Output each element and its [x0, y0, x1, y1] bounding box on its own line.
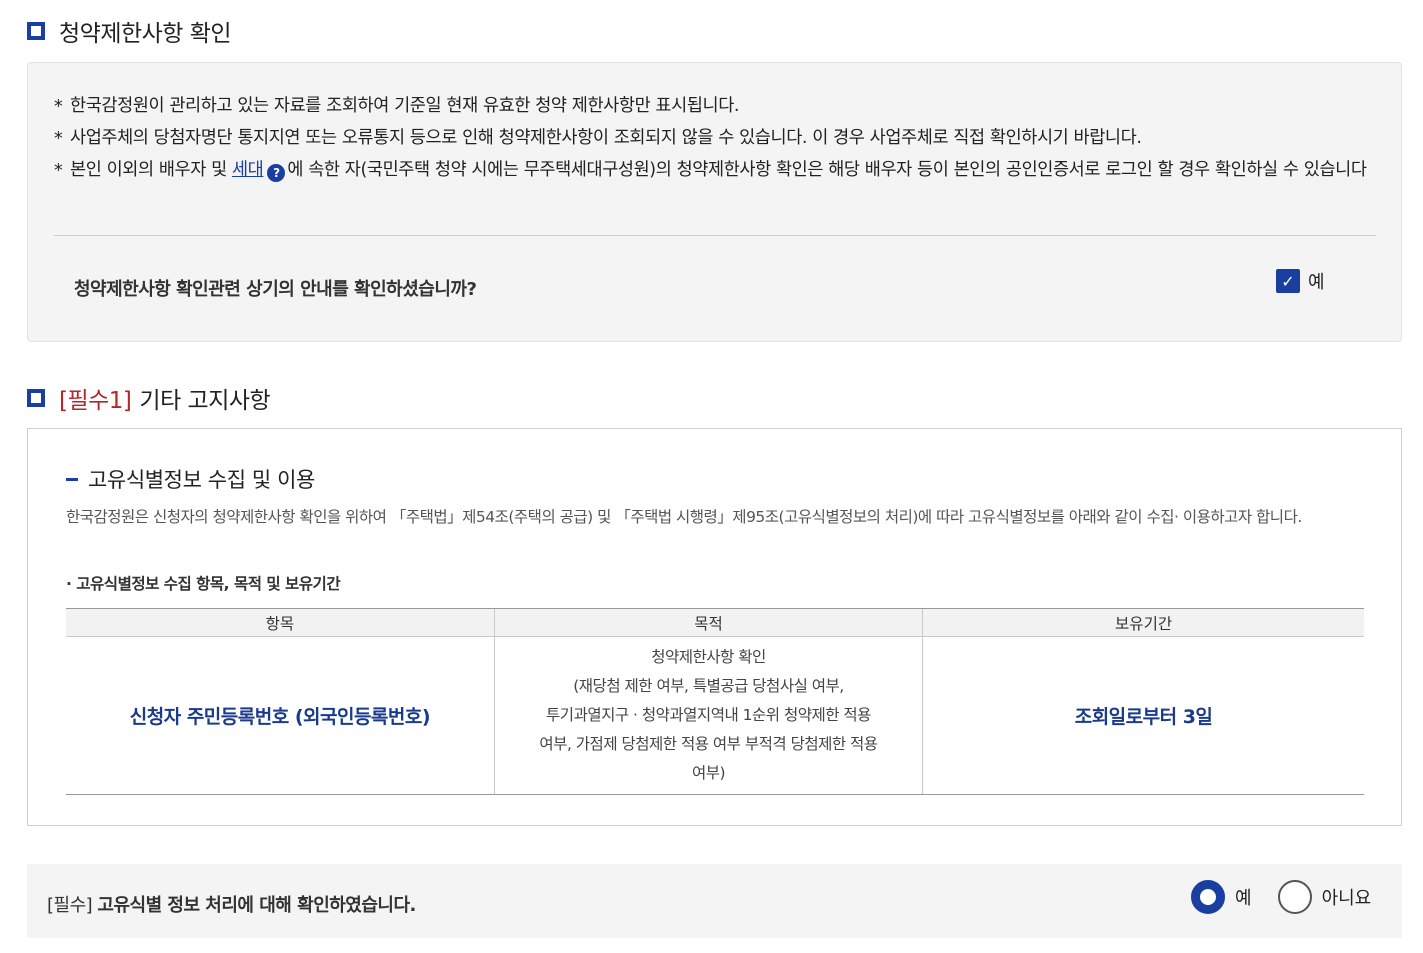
identification-info-box: 고유식별정보 수집 및 이용 한국감정원은 신청자의 청약제한사항 확인을 위하… [27, 428, 1402, 826]
cell-item: 신청자 주민등록번호 (외국인등록번호) [66, 636, 495, 795]
checkbox-label: 예 [1308, 272, 1325, 293]
section-title-restrictions: 청약제한사항 확인 [27, 14, 232, 48]
notice-item: 본인 이외의 배우자 및 세대?에 속한 자(국민주택 청약 시에는 무주택세대… [54, 157, 1374, 184]
retention-value: 조회일로부터 3일 [1074, 706, 1213, 728]
notice-item: 한국감정원이 관리하고 있는 자료를 조회하여 기준일 현재 유효한 청약 제한… [54, 93, 1374, 120]
purpose-line: 여부, 가점제 당첨제한 적용 여부 부적격 당첨제한 적용 [539, 735, 878, 753]
bullet-heading: · 고유식별정보 수집 항목, 목적 및 보유기간 [66, 575, 341, 593]
column-header-item: 항목 [66, 608, 495, 637]
checkmark-icon[interactable]: ✓ [1276, 269, 1300, 293]
divider [54, 235, 1376, 236]
description-text: 한국감정원은 신청자의 청약제한사항 확인을 위하여 「주택법」제54조(주택의… [66, 508, 1302, 526]
restriction-notice-box: 한국감정원이 관리하고 있는 자료를 조회하여 기준일 현재 유효한 청약 제한… [27, 62, 1402, 342]
item-value: 신청자 주민등록번호 (외국인등록번호) [129, 706, 431, 728]
notice-text: 에 속한 자(국민주택 청약 시에는 무주택세대구성원)의 청약제한사항 확인은… [287, 160, 1367, 180]
final-question-text: 고유식별 정보 처리에 대해 확인하였습니다. [97, 895, 416, 916]
purpose-lines: 청약제한사항 확인 (재당첨 제한 여부, 특별공급 당첨사실 여부, 투기과열… [495, 639, 922, 792]
required-tag: [필수1] [59, 388, 132, 414]
confirm-yes-checkbox[interactable]: ✓ 예 [1276, 268, 1325, 294]
subsection-title-text: 고유식별정보 수집 및 이용 [88, 468, 315, 492]
required-tag: [필수] [47, 895, 93, 916]
cell-retention: 조회일로부터 3일 [922, 636, 1364, 795]
radio-yes[interactable]: 예 [1191, 880, 1252, 914]
section-title-other-notices: [필수1] 기타 고지사항 [27, 381, 271, 415]
radio-label: 아니요 [1321, 888, 1372, 909]
confirm-question: 청약제한사항 확인관련 상기의 안내를 확인하셨습니까? [74, 279, 477, 300]
cell-purpose: 청약제한사항 확인 (재당첨 제한 여부, 특별공급 당첨사실 여부, 투기과열… [493, 636, 923, 795]
final-confirm-radio-group: 예 아니요 [1191, 880, 1397, 914]
column-header-retention: 보유기간 [922, 608, 1364, 637]
table-row: 신청자 주민등록번호 (외국인등록번호) 청약제한사항 확인 (재당첨 제한 여… [66, 636, 1364, 795]
help-question-icon[interactable]: ? [267, 164, 286, 182]
purpose-line: 청약제한사항 확인 [651, 648, 766, 666]
radio-unchecked-icon[interactable] [1277, 880, 1312, 914]
purpose-line: 투기과열지구 · 청약과열지역내 1순위 청약제한 적용 [546, 706, 871, 724]
final-confirm-question: [필수] 고유식별 정보 처리에 대해 확인하였습니다. [47, 891, 416, 917]
purpose-line: 여부) [691, 764, 726, 782]
final-confirm-bar: [필수] 고유식별 정보 처리에 대해 확인하였습니다. 예 아니요 [27, 864, 1402, 938]
info-table: 항목 목적 보유기간 신청자 주민등록번호 (외국인등록번호) 청약제한사항 확… [66, 608, 1364, 795]
table-header-row: 항목 목적 보유기간 [66, 608, 1364, 637]
section-title-text: 기타 고지사항 [139, 388, 271, 414]
notice-item: 사업주체의 당첨자명단 통지지연 또는 오류통지 등으로 인해 청약제한사항이 … [54, 125, 1374, 152]
notice-list: 한국감정원이 관리하고 있는 자료를 조회하여 기준일 현재 유효한 청약 제한… [54, 93, 1374, 189]
radio-no[interactable]: 아니요 [1277, 880, 1372, 914]
column-header-purpose: 목적 [493, 608, 923, 637]
radio-checked-icon[interactable] [1191, 880, 1225, 914]
square-bullet-icon [27, 389, 45, 407]
notice-text: 본인 이외의 배우자 및 [70, 160, 232, 180]
section-title-text: 청약제한사항 확인 [59, 21, 232, 47]
radio-label: 예 [1235, 888, 1252, 909]
dash-bullet-icon [66, 477, 78, 481]
square-bullet-icon [27, 22, 45, 40]
subsection-title: 고유식별정보 수집 및 이용 [66, 464, 315, 494]
household-link[interactable]: 세대 [232, 160, 264, 180]
purpose-line: (재당첨 제한 여부, 특별공급 당첨사실 여부, [573, 677, 844, 695]
